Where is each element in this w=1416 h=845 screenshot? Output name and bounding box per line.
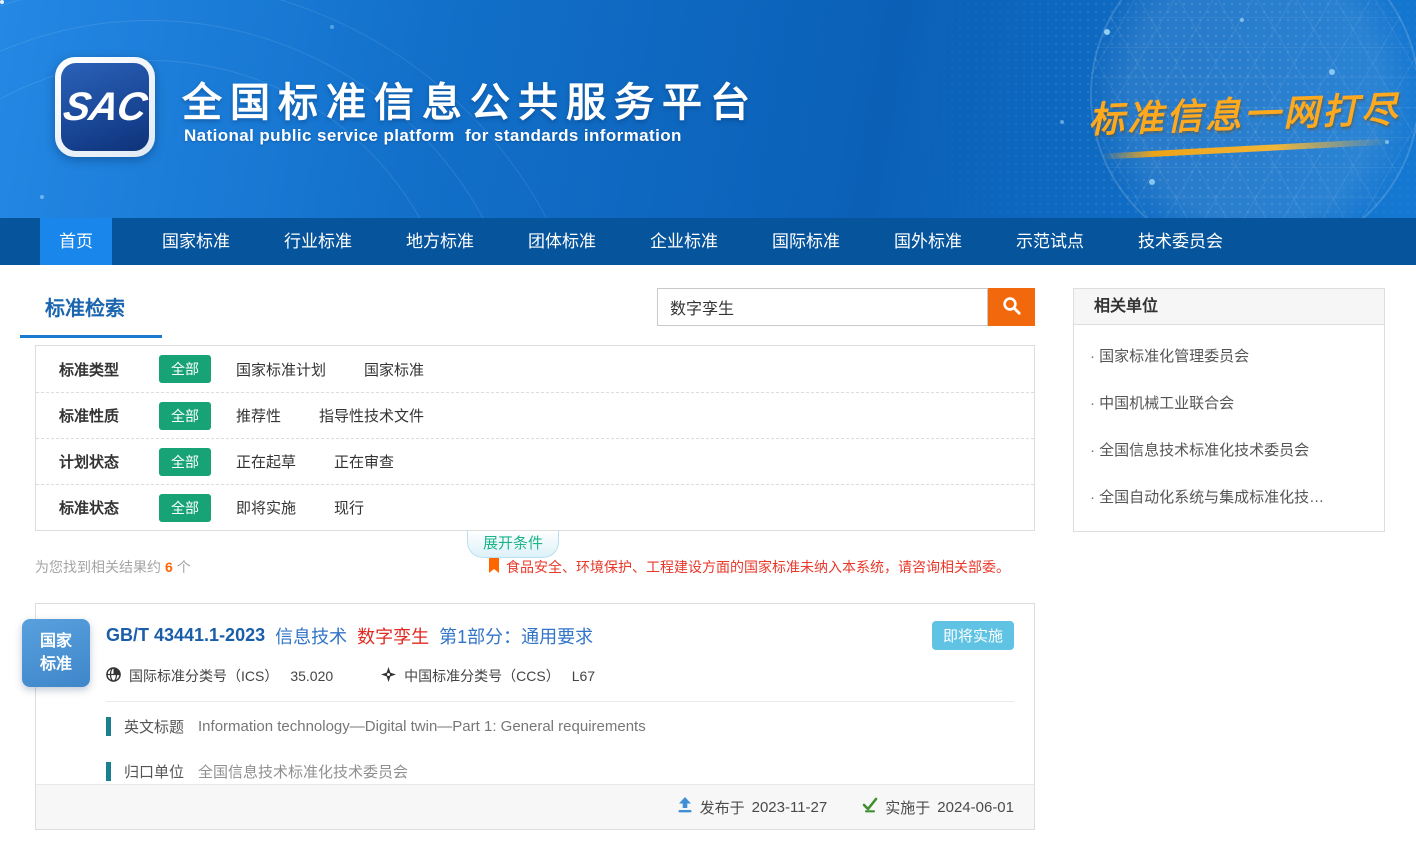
ics-label: 国际标准分类号（ICS） [129, 666, 278, 686]
dept-value[interactable]: 全国信息技术标准化技术委员会 [198, 761, 408, 782]
teal-bar [106, 717, 111, 736]
filter-all-button[interactable]: 全部 [159, 494, 211, 522]
search-button[interactable] [988, 288, 1035, 326]
results-count-suffix: 个 [177, 559, 191, 575]
section-title-standard-search: 标准检索 [20, 284, 162, 338]
result-title-row: GB/T 43441.1-2023 信息技术 数字孪生 第1部分：通用要求 即将… [106, 621, 1014, 650]
filter-label: 标准性质 [59, 405, 159, 426]
magnifier-icon [1002, 296, 1022, 319]
standard-title-part1[interactable]: 信息技术 [275, 623, 347, 649]
filter-row-standard-type: 标准类型 全部 国家标准计划 国家标准 [36, 346, 1034, 392]
dept-row: 归口单位 全国信息技术标准化技术委员会 [106, 761, 1014, 782]
filter-row-plan-status: 计划状态 全部 正在起草 正在审查 [36, 438, 1034, 484]
teal-bar [106, 762, 111, 781]
site-slogan: 标准信息一网打尽 [1087, 81, 1401, 144]
filter-option[interactable]: 指导性技术文件 [319, 405, 424, 426]
status-badge: 即将实施 [932, 621, 1014, 650]
site-subtitle: National public service platform for sta… [184, 126, 682, 146]
bookmark-icon [488, 558, 506, 577]
publish-date: 2023-11-27 [752, 799, 828, 816]
header-banner: SAC 全国标准信息公共服务平台 National public service… [0, 0, 1416, 218]
filter-option[interactable]: 国家标准 [364, 359, 424, 380]
standard-code-link[interactable]: GB/T 43441.1-2023 [106, 625, 265, 646]
sac-logo-text: SAC [60, 85, 149, 130]
related-unit-link[interactable]: 全国自动化系统与集成标准化技… [1074, 474, 1384, 521]
filter-option[interactable]: 国家标准计划 [236, 359, 326, 380]
badge-line2: 标准 [22, 653, 90, 676]
nav-item-foreign-standards[interactable]: 国外标准 [870, 218, 986, 265]
standard-title-part2[interactable]: 第1部分：通用要求 [439, 623, 593, 649]
implement-label: 实施于 [885, 797, 930, 818]
nav-item-enterprise-standards[interactable]: 企业标准 [626, 218, 742, 265]
upload-icon [677, 797, 700, 817]
related-unit-link[interactable]: 国家标准化管理委员会 [1074, 333, 1384, 380]
filter-label: 标准类型 [59, 359, 159, 380]
filter-option[interactable]: 即将实施 [236, 497, 296, 518]
filter-row-standard-status: 标准状态 全部 即将实施 现行 [36, 484, 1034, 530]
related-units-panel: 相关单位 国家标准化管理委员会 中国机械工业联合会 全国信息技术标准化技术委员会… [1073, 288, 1385, 532]
national-standard-badge[interactable]: 国家 标准 [22, 619, 90, 687]
english-title-value: Information technology—Digital twin—Part… [198, 718, 646, 735]
nav-item-local-standards[interactable]: 地方标准 [382, 218, 498, 265]
standard-title-highlight[interactable]: 数字孪生 [357, 623, 429, 649]
results-count-number: 6 [165, 559, 173, 575]
filter-box: 标准类型 全部 国家标准计划 国家标准 标准性质 全部 推荐性 指导性技术文件 … [35, 345, 1035, 531]
search-input[interactable] [657, 288, 988, 326]
results-count-prefix: 为您找到相关结果约 [35, 559, 161, 575]
classification-row: 国际标准分类号（ICS） 35.020 中国标准分类号（CCS） L67 [106, 666, 1014, 686]
filter-option[interactable]: 正在审查 [334, 451, 394, 472]
nav-item-group-standards[interactable]: 团体标准 [504, 218, 620, 265]
ccs-value: L67 [572, 668, 595, 684]
notice-text: 食品安全、环境保护、工程建设方面的国家标准未纳入本系统，请咨询相关部委。 [506, 557, 1010, 577]
related-unit-link[interactable]: 全国信息技术标准化技术委员会 [1074, 427, 1384, 474]
related-unit-link[interactable]: 中国机械工业联合会 [1074, 380, 1384, 427]
ics-group: 国际标准分类号（ICS） 35.020 [106, 666, 333, 686]
filter-label: 计划状态 [59, 451, 159, 472]
results-count-text: 为您找到相关结果约6个 [35, 557, 191, 577]
results-info-row: 为您找到相关结果约6个 食品安全、环境保护、工程建设方面的国家标准未纳入本系统，… [35, 557, 1010, 577]
ics-value: 35.020 [290, 668, 333, 684]
ccs-label: 中国标准分类号（CCS） [404, 666, 560, 686]
globe-icon [106, 667, 129, 685]
filter-row-standard-nature: 标准性质 全部 推荐性 指导性技术文件 [36, 392, 1034, 438]
expand-conditions-button[interactable]: 展开条件 [467, 531, 559, 558]
publish-date-group: 发布于 2023-11-27 [677, 797, 828, 818]
filter-all-button[interactable]: 全部 [159, 355, 211, 383]
dept-label: 归口单位 [124, 761, 184, 782]
related-units-list: 国家标准化管理委员会 中国机械工业联合会 全国信息技术标准化技术委员会 全国自动… [1074, 325, 1384, 521]
english-title-label: 英文标题 [124, 716, 184, 737]
implement-date-group: 实施于 2024-06-01 [862, 797, 1014, 818]
filter-option[interactable]: 现行 [334, 497, 364, 518]
nav-item-industry-standards[interactable]: 行业标准 [260, 218, 376, 265]
compass-icon [381, 667, 404, 685]
nav-item-international-standards[interactable]: 国际标准 [748, 218, 864, 265]
filter-label: 标准状态 [59, 497, 159, 518]
card-footer: 发布于 2023-11-27 实施于 2024-06-01 [36, 784, 1034, 829]
ccs-group: 中国标准分类号（CCS） L67 [381, 666, 595, 686]
sac-logo-inner: SAC [61, 63, 149, 151]
nav-item-technical-committee[interactable]: 技术委员会 [1114, 218, 1247, 265]
filter-all-button[interactable]: 全部 [159, 402, 211, 430]
nav-item-national-standards[interactable]: 国家标准 [138, 218, 254, 265]
filter-option[interactable]: 推荐性 [236, 405, 281, 426]
filter-option[interactable]: 正在起草 [236, 451, 296, 472]
sac-logo[interactable]: SAC [55, 57, 155, 157]
filter-all-button[interactable]: 全部 [159, 448, 211, 476]
nav-item-home[interactable]: 首页 [40, 218, 112, 265]
nav-item-pilot[interactable]: 示范试点 [992, 218, 1108, 265]
system-notice: 食品安全、环境保护、工程建设方面的国家标准未纳入本系统，请咨询相关部委。 [488, 557, 1010, 577]
divider [106, 701, 1014, 702]
site-title: 全国标准信息公共服务平台 [182, 70, 758, 128]
related-units-title: 相关单位 [1074, 289, 1384, 325]
implement-date: 2024-06-01 [937, 799, 1014, 816]
main-nav: 首页 国家标准 行业标准 地方标准 团体标准 企业标准 国际标准 国外标准 示范… [0, 218, 1416, 265]
check-icon [862, 797, 885, 817]
publish-label: 发布于 [700, 797, 745, 818]
page: SAC 全国标准信息公共服务平台 National public service… [0, 0, 1416, 845]
badge-line1: 国家 [22, 630, 90, 653]
glow-dots-decoration [0, 0, 4, 4]
result-card: 国家 标准 GB/T 43441.1-2023 信息技术 数字孪生 第1部分：通… [35, 603, 1035, 830]
english-title-row: 英文标题 Information technology—Digital twin… [106, 716, 1014, 737]
